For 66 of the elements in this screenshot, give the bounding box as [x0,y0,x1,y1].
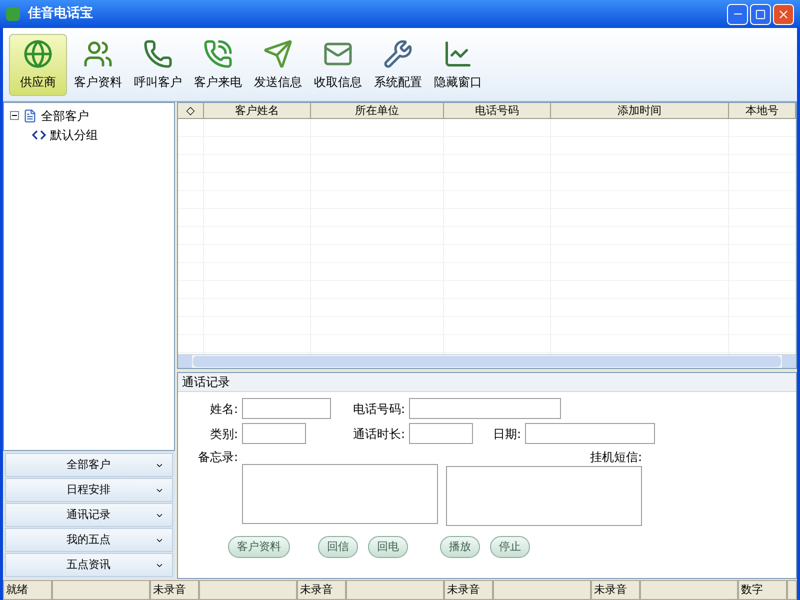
column-header[interactable]: 所在单位 [311,103,444,119]
nav-button[interactable]: 全部客户 [5,453,173,477]
people-icon [83,38,113,68]
input-field[interactable] [242,423,306,444]
input-field[interactable] [525,423,655,444]
toolbar-button[interactable]: 供应商 [9,34,67,96]
field-label: 日期: [492,426,521,442]
toolbar-button[interactable]: 系统配置 [369,34,427,96]
status-text: 就绪 [3,580,52,600]
window-title: 佳音电话宝 [28,4,93,24]
nav-button[interactable]: 我的五点 [5,528,173,552]
toolbar-button[interactable]: 收取信息 [309,34,367,96]
toolbar-button[interactable]: 发送信息 [249,34,307,96]
column-header[interactable]: 客户姓名 [204,103,311,119]
nav-button[interactable]: 日程安排 [5,478,173,502]
expander-icon[interactable] [10,111,19,120]
column-header[interactable]: 本地号 [729,103,796,119]
maximize-icon [755,8,766,20]
close-icon [777,8,790,20]
tree-item[interactable]: 全部客户 [41,106,89,124]
status-text: 未录音 [591,580,640,600]
nav-button[interactable]: 通讯记录 [5,503,173,527]
memo-textarea[interactable] [242,464,438,524]
nav-button[interactable]: 五点资讯 [5,553,173,577]
status-text: 未录音 [444,580,493,600]
status-text: 未录音 [150,580,199,600]
action-button[interactable]: 回信 [318,536,358,558]
action-button[interactable]: 播放 [440,536,480,558]
action-button[interactable]: 停止 [490,536,530,558]
status-text: 数字 [738,580,787,600]
maximize-button[interactable] [750,4,771,24]
node-icon [32,130,46,140]
input-field[interactable] [409,398,561,419]
tree-item[interactable]: 默认分组 [50,126,98,144]
panel-title: 通话记录 [178,373,796,392]
column-header[interactable]: 添加时间 [551,103,729,119]
field-label: 挂机短信: [588,449,642,466]
column-header[interactable]: ◇ [178,103,204,119]
phone-icon [143,38,173,68]
minimize-button[interactable] [727,4,748,24]
app-icon [6,7,20,21]
toolbar-button[interactable]: 隐藏窗口 [429,34,487,96]
document-icon [23,108,37,122]
column-header[interactable]: 电话号码 [444,103,551,119]
action-button[interactable]: 回电 [368,536,408,558]
toolbar-button[interactable]: 客户资料 [69,34,127,96]
close-button[interactable] [773,4,794,24]
horizontal-scrollbar[interactable] [178,354,796,368]
status-text: 未录音 [297,580,346,600]
chart-icon [443,38,473,68]
field-label: 姓名: [208,400,238,418]
status-panel [787,580,797,600]
send-icon [263,38,293,68]
input-field[interactable] [409,423,473,444]
toolbar-button[interactable]: 呼叫客户 [129,34,187,96]
wrench-icon [383,38,413,68]
field-label: 电话号码: [352,400,405,418]
phone-icon [203,38,233,68]
field-label: 备忘录: [196,449,238,466]
toolbar-button[interactable]: 客户来电 [189,34,247,96]
input-field[interactable] [242,398,331,419]
action-button[interactable]: 客户资料 [228,536,290,558]
field-label: 通话时长: [352,426,405,442]
sms-textarea[interactable] [446,466,642,526]
field-label: 类别: [208,426,238,442]
globe-icon [23,38,53,68]
